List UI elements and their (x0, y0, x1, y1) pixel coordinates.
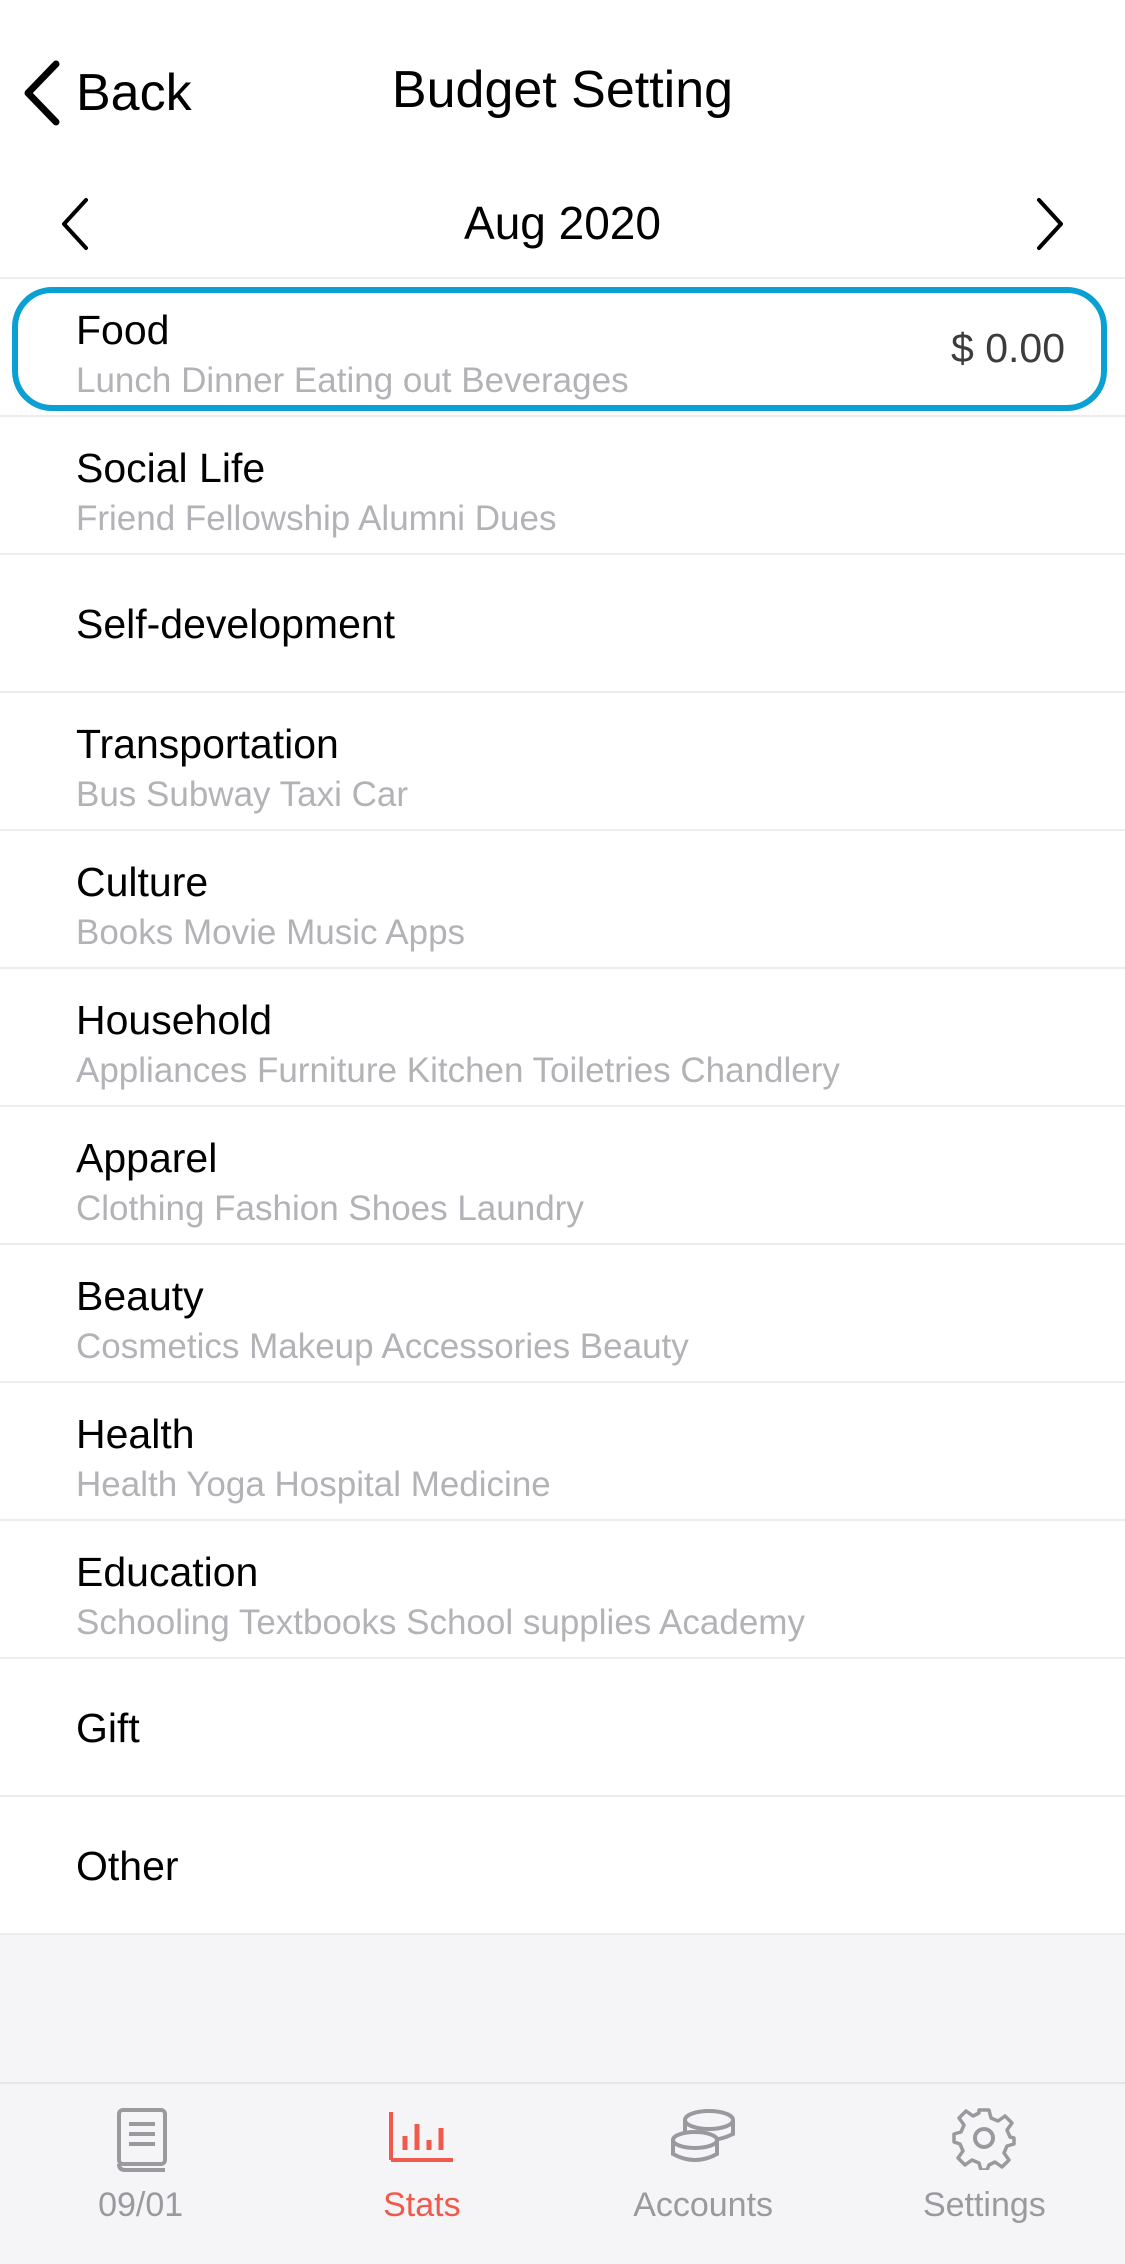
category-name: Household (76, 997, 273, 1043)
category-row-other[interactable]: Other (0, 1797, 1125, 1935)
category-name: Beauty (76, 1273, 204, 1319)
category-name: Self-development (76, 601, 396, 647)
bar-chart-icon (388, 2112, 453, 2162)
category-name: Apparel (76, 1135, 218, 1181)
tab-label: 09/01 (98, 2186, 184, 2224)
category-subcategories: Friend Fellowship Alumni Dues (76, 499, 557, 538)
category-subcategories: Health Yoga Hospital Medicine (76, 1465, 551, 1504)
category-name: Other (76, 1843, 179, 1889)
category-subcategories: Cosmetics Makeup Accessories Beauty (76, 1327, 689, 1366)
empty-area (0, 1935, 1125, 2082)
category-row-gift[interactable]: Gift (0, 1659, 1125, 1797)
tab-label: Accounts (633, 2186, 774, 2224)
category-row-household[interactable]: Household Appliances Furniture Kitchen T… (0, 969, 1125, 1107)
next-month-button[interactable] (1029, 194, 1069, 254)
category-row-food[interactable]: Food Lunch Dinner Eating out Beverages $… (0, 279, 1125, 417)
category-subcategories: Appliances Furniture Kitchen Toiletries … (76, 1051, 840, 1090)
category-row-culture[interactable]: Culture Books Movie Music Apps (0, 831, 1125, 969)
tab-bar: 09/01 Stats Accounts Settings (0, 2082, 1125, 2264)
category-row-social-life[interactable]: Social Life Friend Fellowship Alumni Due… (0, 417, 1125, 555)
category-name: Education (76, 1549, 259, 1595)
coins-icon (671, 2109, 736, 2162)
category-name: Culture (76, 859, 209, 905)
nav-header: Back Budget Setting (0, 0, 1125, 185)
category-subcategories: Lunch Dinner Eating out Beverages (76, 361, 629, 400)
book-icon (116, 2108, 167, 2172)
tab-daily[interactable]: 09/01 (0, 2084, 281, 2264)
category-list: Food Lunch Dinner Eating out Beverages $… (0, 279, 1125, 1935)
month-navigator: Aug 2020 (0, 178, 1125, 278)
category-row-transportation[interactable]: Transportation Bus Subway Taxi Car (0, 693, 1125, 831)
month-label: Aug 2020 (464, 197, 661, 249)
tab-settings[interactable]: Settings (844, 2084, 1125, 2264)
tab-accounts[interactable]: Accounts (563, 2084, 844, 2264)
category-row-education[interactable]: Education Schooling Textbooks School sup… (0, 1521, 1125, 1659)
category-row-health[interactable]: Health Health Yoga Hospital Medicine (0, 1383, 1125, 1521)
category-name: Food (76, 307, 170, 353)
gear-icon (952, 2108, 1017, 2170)
page-title: Budget Setting (391, 61, 734, 119)
category-name: Transportation (76, 721, 339, 767)
budget-amount: $ 0.00 (951, 325, 1065, 371)
tab-label: Settings (922, 2186, 1046, 2224)
category-name: Health (76, 1411, 195, 1457)
category-row-apparel[interactable]: Apparel Clothing Fashion Shoes Laundry (0, 1107, 1125, 1245)
category-name: Gift (76, 1705, 140, 1751)
category-subcategories: Bus Subway Taxi Car (76, 775, 409, 814)
tab-stats[interactable]: Stats (281, 2084, 562, 2264)
category-row-self-development[interactable]: Self-development (0, 555, 1125, 693)
category-subcategories: Schooling Textbooks School supplies Acad… (76, 1603, 805, 1642)
chevron-right-icon (1037, 198, 1063, 250)
category-subcategories: Books Movie Music Apps (76, 913, 466, 952)
category-row-beauty[interactable]: Beauty Cosmetics Makeup Accessories Beau… (0, 1245, 1125, 1383)
tab-label: Stats (383, 2186, 461, 2224)
category-name: Social Life (76, 445, 266, 491)
category-subcategories: Clothing Fashion Shoes Laundry (76, 1189, 584, 1228)
